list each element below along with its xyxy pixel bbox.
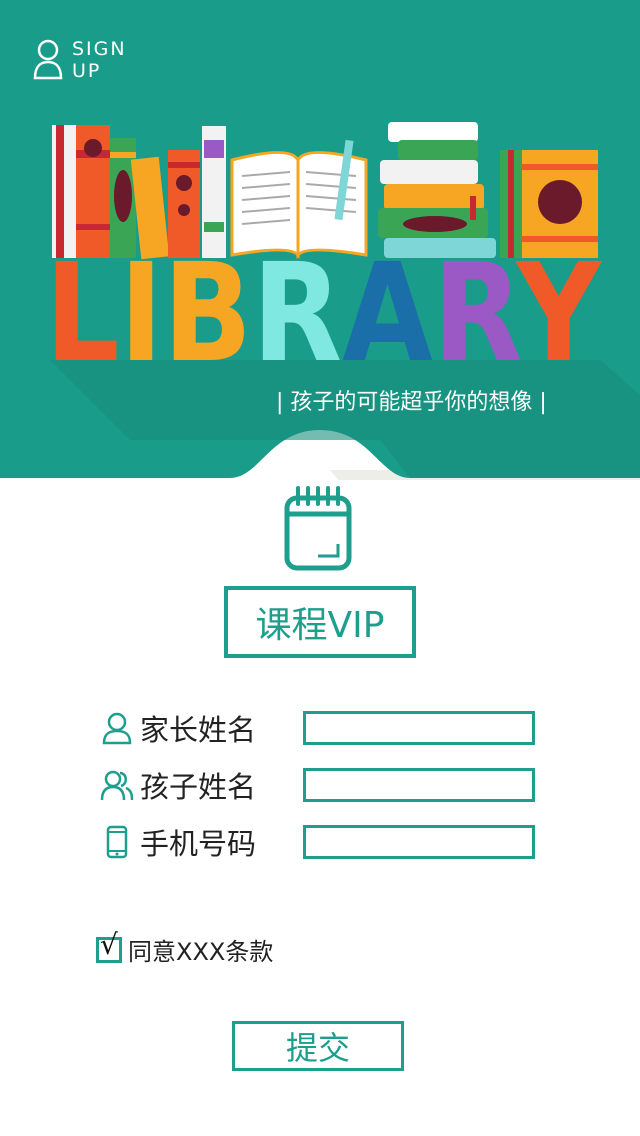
library-letter: L: [45, 248, 120, 368]
library-letter: R: [252, 248, 342, 368]
phone-input[interactable]: [303, 825, 535, 859]
agree-terms-label: 同意XXX条款: [128, 938, 274, 966]
parent-name-input[interactable]: [303, 711, 535, 745]
parent-name-label: 家长姓名: [140, 713, 257, 747]
sign-up-label: SIGN UP: [72, 38, 127, 82]
slogan: | 孩子的可能超乎你的想像 |: [276, 390, 547, 415]
library-letter: I: [120, 248, 164, 368]
check-mark-icon: √: [100, 927, 118, 961]
submit-button[interactable]: 提交: [232, 1021, 404, 1071]
mobile-phone-icon: [100, 824, 134, 860]
child-name-input[interactable]: [303, 768, 535, 802]
sign-up-line2: UP: [72, 60, 102, 82]
users-icon: [100, 767, 134, 803]
sign-up-line1: SIGN: [72, 38, 127, 60]
phone-label: 手机号码: [140, 827, 257, 861]
agree-checkbox[interactable]: √: [96, 929, 122, 963]
child-name-label: 孩子姓名: [140, 770, 257, 804]
form-row-parent-name: 家长姓名: [100, 708, 535, 748]
calendar-icon: [284, 486, 352, 571]
library-title: LIBRARY: [45, 248, 602, 368]
svg-text:LIBRARY: LIBRARY: [45, 248, 602, 368]
course-vip-title: 课程VIP: [224, 586, 416, 658]
agree-terms[interactable]: √ 同意XXX条款: [96, 929, 274, 967]
form-row-phone: 手机号码: [100, 822, 535, 862]
library-letter: A: [342, 248, 432, 368]
library-letter: B: [163, 248, 252, 368]
sign-up-link[interactable]: SIGN UP: [32, 38, 127, 82]
library-letter: Y: [515, 248, 603, 368]
user-outline-icon: [33, 39, 63, 80]
user-icon: [100, 710, 134, 746]
library-letter: R: [433, 248, 521, 368]
form-row-child-name: 孩子姓名: [100, 765, 535, 805]
